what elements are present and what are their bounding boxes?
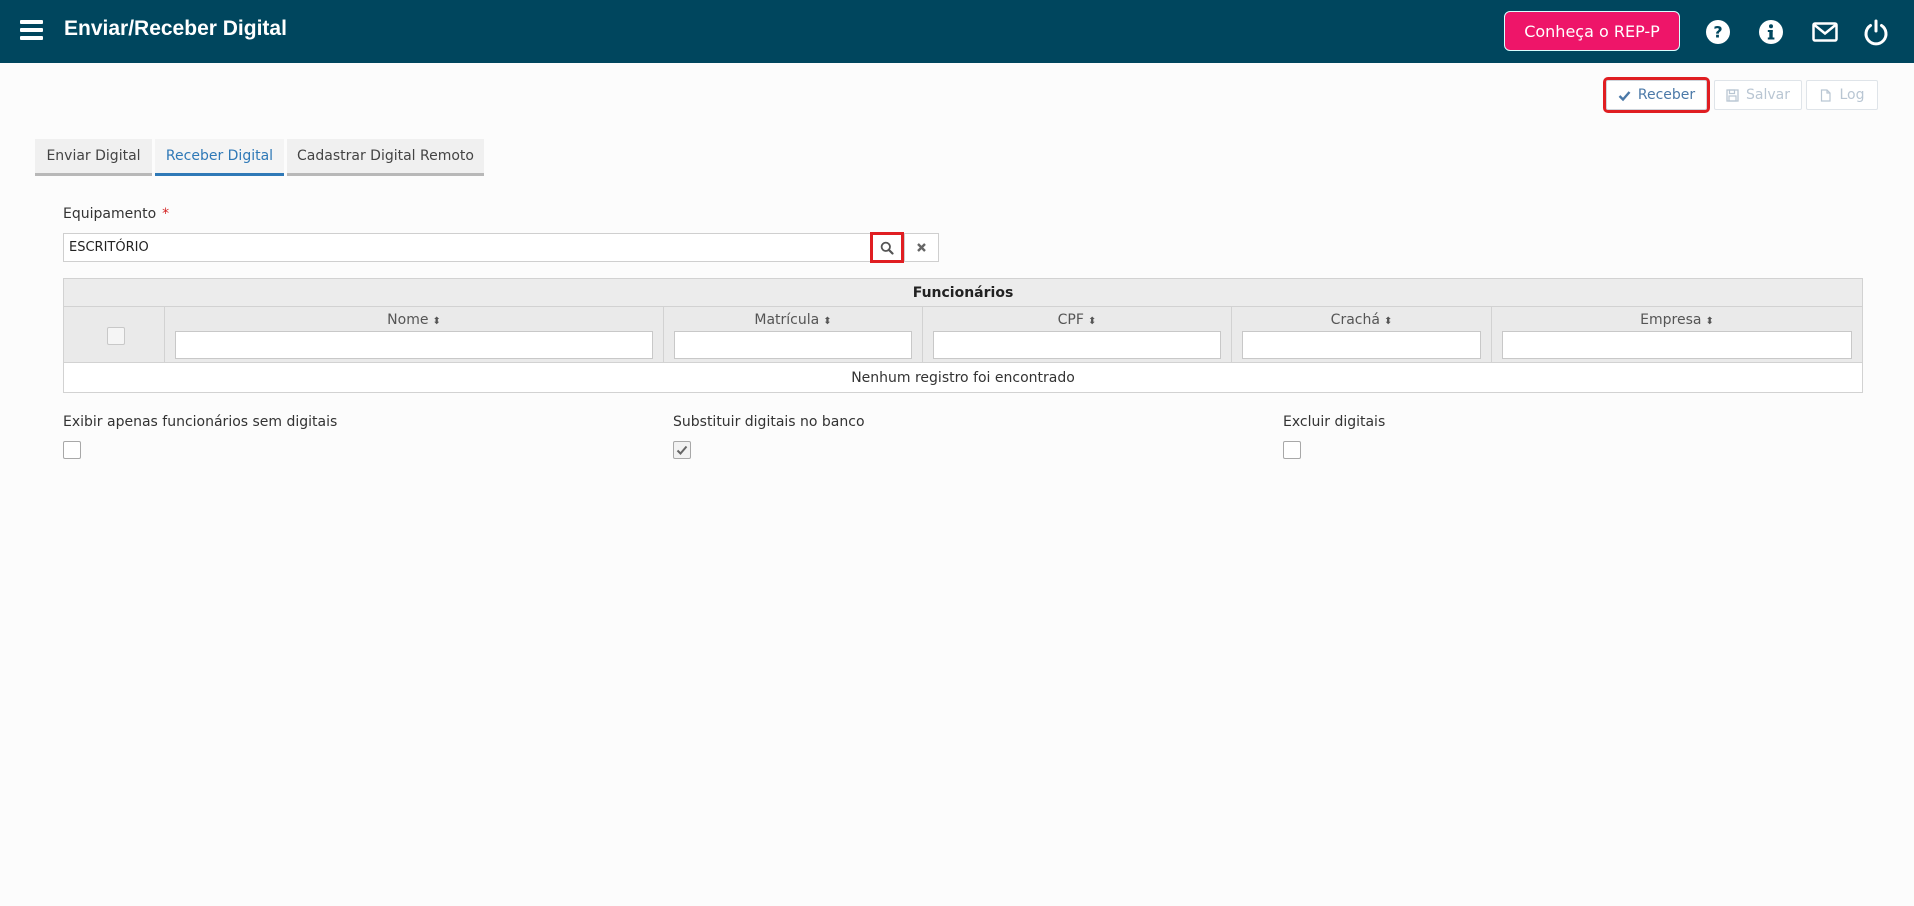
sort-icon: ⬍ (1705, 316, 1714, 327)
column-cpf: CPF ⬍ (923, 307, 1232, 363)
column-header-cracha[interactable]: Crachá ⬍ (1232, 312, 1491, 328)
column-title-cracha: Crachá (1330, 312, 1380, 328)
empty-message: Nenhum registro foi encontrado (851, 370, 1075, 386)
mail-icon[interactable] (1811, 18, 1839, 46)
tab-cadastrar-digital-remoto[interactable]: Cadastrar Digital Remoto (287, 139, 484, 176)
filter-input-cracha[interactable] (1242, 331, 1481, 359)
column-title-nome: Nome (387, 312, 429, 328)
svg-text:?: ? (1713, 23, 1722, 42)
column-header-nome[interactable]: Nome ⬍ (165, 312, 663, 328)
top-bar: Enviar/Receber Digital Conheça o REP-P ? (0, 0, 1914, 63)
info-icon[interactable] (1757, 18, 1785, 46)
table-header: Nome ⬍ Matrícula ⬍ CPF ⬍ Crachá ⬍ Empresa ⬍ (64, 307, 1862, 363)
column-header-matricula[interactable]: Matrícula ⬍ (664, 312, 922, 328)
column-nome: Nome ⬍ (165, 307, 664, 363)
power-icon[interactable] (1862, 18, 1890, 46)
option-checkbox-sem-digitais[interactable] (63, 441, 81, 459)
option-checkbox-substituir[interactable] (673, 441, 691, 459)
filter-input-nome[interactable] (175, 331, 653, 359)
receive-button[interactable]: Receber (1603, 77, 1710, 113)
equipment-search-button[interactable] (870, 232, 904, 263)
select-all-checkbox[interactable] (107, 327, 125, 345)
equipment-label: Equipamento * (63, 206, 169, 222)
sort-icon: ⬍ (823, 316, 832, 327)
check-icon (676, 445, 688, 455)
sort-icon: ⬍ (1383, 316, 1393, 327)
column-matricula: Matrícula ⬍ (664, 307, 923, 363)
equipment-label-text: Equipamento (63, 206, 157, 222)
column-title-matricula: Matrícula (754, 312, 820, 328)
required-mark: * (162, 206, 170, 222)
check-icon (1618, 90, 1631, 101)
log-button-label: Log (1839, 87, 1865, 103)
tab-receber-digital[interactable]: Receber Digital (155, 139, 284, 176)
column-title-empresa: Empresa (1640, 312, 1702, 328)
sort-icon: ⬍ (432, 316, 441, 327)
save-icon (1726, 88, 1739, 102)
select-column (64, 307, 165, 363)
equipment-clear-button[interactable] (904, 233, 939, 262)
hamburger-menu-icon[interactable] (20, 20, 43, 40)
column-title-cpf: CPF (1057, 312, 1084, 328)
employees-table: Funcionários Nome ⬍ Matrícula ⬍ CPF ⬍ Crach… (63, 278, 1863, 393)
help-icon[interactable]: ? (1704, 18, 1732, 46)
column-cracha: Crachá ⬍ (1232, 307, 1492, 363)
search-icon (880, 241, 894, 255)
file-icon (1821, 88, 1832, 102)
option-label-sem-digitais: Exibir apenas funcionários sem digitais (63, 414, 338, 430)
column-header-empresa[interactable]: Empresa ⬍ (1492, 312, 1862, 328)
receive-button-label: Receber (1637, 87, 1696, 103)
filter-input-matricula[interactable] (674, 331, 912, 359)
save-button[interactable]: Salvar (1714, 80, 1802, 110)
sort-icon: ⬍ (1087, 316, 1097, 327)
table-caption: Funcionários (64, 279, 1862, 307)
log-button[interactable]: Log (1806, 80, 1878, 110)
column-header-cpf[interactable]: CPF ⬍ (923, 312, 1231, 328)
save-button-label: Salvar (1746, 87, 1790, 103)
promo-button[interactable]: Conheça o REP-P (1504, 11, 1680, 51)
option-checkbox-excluir[interactable] (1283, 441, 1301, 459)
option-label-excluir: Excluir digitais (1283, 414, 1386, 430)
close-icon (917, 243, 926, 252)
page-title: Enviar/Receber Digital (64, 17, 287, 40)
tab-enviar-digital[interactable]: Enviar Digital (35, 139, 152, 176)
filter-input-empresa[interactable] (1502, 331, 1852, 359)
equipment-field[interactable]: ESCRITÓRIO (63, 233, 871, 262)
filter-input-cpf[interactable] (933, 331, 1221, 359)
option-label-substituir: Substituir digitais no banco (673, 414, 865, 430)
column-empresa: Empresa ⬍ (1492, 307, 1862, 363)
